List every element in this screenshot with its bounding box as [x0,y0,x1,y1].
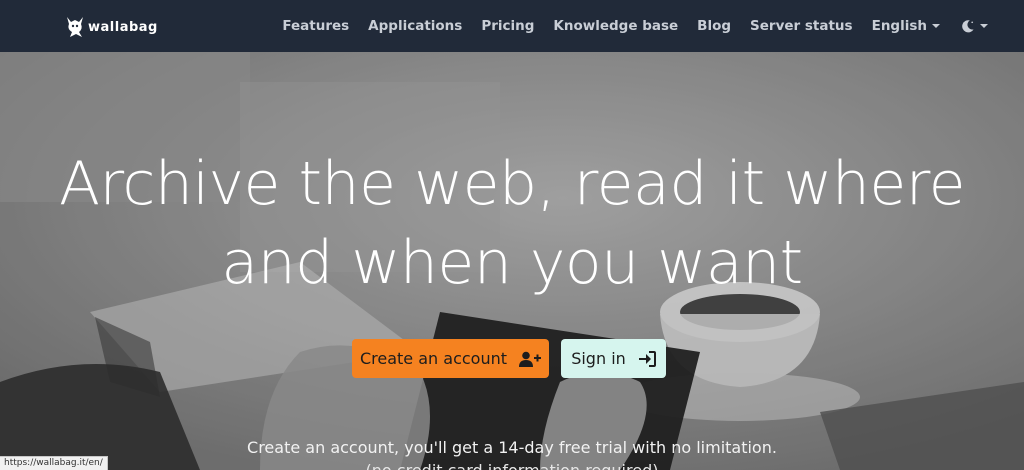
nav-item-blog[interactable]: Blog [697,18,731,34]
trial-info-text: Create an account, you'll get a 14-day f… [247,438,777,457]
nav-menu: Features Applications Pricing Knowledge … [263,0,988,52]
sign-in-icon [638,350,656,367]
top-navbar: wallabag Features Applications Pricing K… [0,0,1024,52]
browser-status-url: https://wallabag.it/en/ [0,456,108,470]
nav-item-knowledge-base[interactable]: Knowledge base [553,18,678,34]
user-plus-icon [519,351,542,367]
create-account-button[interactable]: Create an account [352,339,549,378]
brand-logo[interactable]: wallabag [64,13,158,41]
hero-headline-line-2: and when you want [221,228,803,298]
hero-section: Archive the web, read it where and when … [0,52,1024,470]
language-label: English [871,18,927,34]
trial-info-subtext: (no credit card information required) [0,461,1024,470]
chevron-down-icon [980,24,988,28]
sign-in-label: Sign in [571,349,626,368]
nav-item-features[interactable]: Features [282,18,349,34]
create-account-label: Create an account [359,349,508,368]
nav-item-server-status[interactable]: Server status [750,18,853,34]
nav-item-applications[interactable]: Applications [368,18,462,34]
brand-name: wallabag [88,19,158,35]
nav-item-pricing[interactable]: Pricing [481,18,534,34]
sign-in-button[interactable]: Sign in [561,339,666,378]
hero-headline-line-1: Archive the web, read it where [58,149,966,219]
wallabag-cat-icon [67,17,83,37]
chevron-down-icon [932,24,940,28]
language-dropdown[interactable]: English [872,18,940,34]
moon-icon [962,19,974,32]
theme-toggle[interactable] [960,19,988,34]
